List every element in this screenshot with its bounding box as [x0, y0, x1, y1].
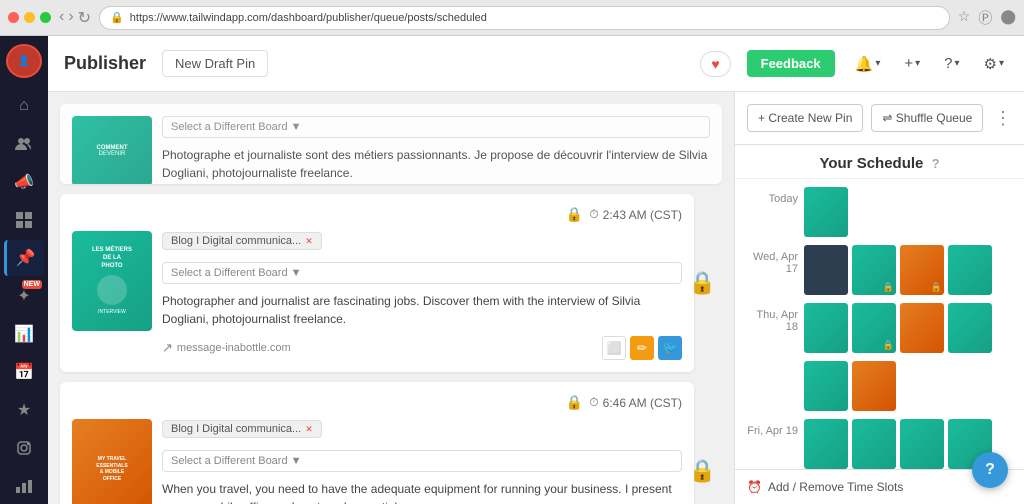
- post-text-1: Photographer and journalist are fascinat…: [162, 292, 682, 328]
- sidebar-item-home[interactable]: ⌂: [4, 88, 44, 124]
- sidebar-item-calendar[interactable]: 📅: [4, 354, 44, 390]
- action-edit-1[interactable]: ✏: [630, 336, 654, 360]
- action-twitter-1[interactable]: 🐦: [658, 336, 682, 360]
- heart-icon: ♥: [711, 56, 719, 72]
- schedule-row-thu18-cont: [743, 361, 1016, 411]
- avatar[interactable]: 👤: [6, 44, 42, 78]
- schedule-toolbar: + Create New Pin ⇌ Shuffle Queue ⋮: [735, 92, 1024, 145]
- add-time-slots-icon: ⏰: [747, 480, 762, 494]
- schedule-pin[interactable]: [948, 245, 992, 295]
- board-dropdown-2[interactable]: Select a Different Board ▼: [162, 450, 682, 472]
- lock-icon-2: 🔒: [566, 394, 583, 411]
- browser-dots: [8, 12, 51, 23]
- sidebar-item-megaphone[interactable]: 📣: [4, 164, 44, 200]
- schedule-label-wed17: Wed, Apr 17: [743, 245, 798, 275]
- post-url-1: ↗ message-inabottle.com: [162, 340, 594, 356]
- create-new-pin-button[interactable]: + Create New Pin: [747, 104, 863, 132]
- browser-chrome: ‹ › ↻ 🔒 https://www.tailwindapp.com/dash…: [0, 0, 1024, 36]
- pinterest-icon[interactable]: Ⓟ: [978, 8, 992, 28]
- posts-column: COMMENT DEVENIR Select a Different Board…: [48, 92, 734, 504]
- schedule-label-fri19: Fri, Apr 19: [743, 419, 798, 437]
- shuffle-queue-button[interactable]: ⇌ Shuffle Queue: [871, 104, 983, 132]
- post-card-partial: COMMENT DEVENIR Select a Different Board…: [60, 104, 722, 184]
- create-button[interactable]: + ▾: [900, 51, 924, 76]
- post-thumbnail-2: MY TRAVELESSENTIALS& MOBILEOFFICE: [72, 419, 152, 504]
- sidebar: 👤 ⌂ 📣 📌 ✦ NEW 📊 📅 ★: [0, 36, 48, 504]
- schedule-pin[interactable]: [948, 303, 992, 353]
- maximize-dot[interactable]: [40, 12, 51, 23]
- schedule-panel: + Create New Pin ⇌ Shuffle Queue ⋮ Your …: [734, 92, 1024, 504]
- schedule-pin[interactable]: [804, 245, 848, 295]
- board-tag-1: Blog I Digital communica... ✕: [162, 232, 322, 250]
- schedule-row-today: Today: [743, 187, 1016, 237]
- schedule-label-empty-1: [743, 361, 798, 367]
- post-thumbnail-1: LES MÉTIERSDE LAPHOTO INTERVIEW: [72, 231, 152, 331]
- sidebar-item-chart[interactable]: 📊: [4, 316, 44, 352]
- schedule-pin[interactable]: 🔒: [900, 245, 944, 295]
- reload-button[interactable]: ↻: [78, 8, 91, 28]
- profile-icon[interactable]: ⬤: [1000, 8, 1016, 28]
- sidebar-item-instagram[interactable]: [4, 430, 44, 466]
- board-dropdown-0[interactable]: Select a Different Board ▼: [162, 116, 710, 138]
- post-header-2: 🔒 ⏱ 6:46 AM (CST): [72, 394, 682, 411]
- post-text-partial: Photographe et journaliste sont des méti…: [162, 146, 710, 182]
- heart-button[interactable]: ♥: [700, 51, 730, 77]
- action-copy-1[interactable]: ⬜: [602, 336, 626, 360]
- post-text-2: When you travel, you need to have the ad…: [162, 480, 682, 504]
- post-header-1: 🔒 ⏱ 2:43 AM (CST): [72, 206, 682, 223]
- ssl-lock-icon: 🔒: [110, 11, 124, 24]
- schedule-pin[interactable]: [804, 361, 848, 411]
- schedule-pin[interactable]: [804, 419, 848, 469]
- board-tag-2: Blog I Digital communica... ✕: [162, 420, 322, 438]
- schedule-scroll: Today Wed, Apr 17 🔒: [735, 179, 1024, 469]
- schedule-title: Your Schedule ?: [735, 145, 1024, 179]
- schedule-pin[interactable]: [804, 187, 848, 237]
- post-card-2: 🔒 ⏱ 6:46 AM (CST) MY TRAVELESSENTIALS& M…: [60, 382, 694, 504]
- bookmark-icon[interactable]: ☆: [958, 8, 971, 28]
- schedule-row-thu18: Thu, Apr 18 🔒: [743, 303, 1016, 353]
- post-card-1: 🔒 ⏱ 2:43 AM (CST) LES MÉTIERSDE LAPHOTO …: [60, 194, 694, 372]
- minimize-dot[interactable]: [24, 12, 35, 23]
- lock-icon-1: 🔒: [566, 206, 583, 223]
- schedule-help-icon[interactable]: ?: [932, 156, 940, 171]
- new-draft-pin-button[interactable]: New Draft Pin: [162, 50, 268, 77]
- notification-button[interactable]: 🔔 ▾: [851, 51, 885, 77]
- schedule-pin[interactable]: 🔒: [852, 303, 896, 353]
- url-text: https://www.tailwindapp.com/dashboard/pu…: [130, 12, 487, 24]
- app-header: Publisher New Draft Pin ♥ Feedback 🔔 ▾ +…: [48, 36, 1024, 92]
- post-time-2: ⏱ 6:46 AM (CST): [589, 395, 682, 410]
- post-lock-right-2: 🔒: [689, 458, 716, 484]
- schedule-label-thu18: Thu, Apr 18: [743, 303, 798, 333]
- browser-actions: ☆ Ⓟ ⬤: [958, 8, 1016, 28]
- schedule-pin[interactable]: [852, 361, 896, 411]
- new-badge: NEW: [22, 280, 42, 289]
- close-dot[interactable]: [8, 12, 19, 23]
- help-chat-button[interactable]: ?: [972, 452, 1008, 488]
- sidebar-item-publisher[interactable]: 📌: [4, 240, 44, 276]
- browser-navigation: ‹ › ↻: [59, 8, 91, 28]
- help-button[interactable]: ? ▾: [940, 51, 963, 76]
- address-bar[interactable]: 🔒 https://www.tailwindapp.com/dashboard/…: [99, 6, 950, 30]
- board-dropdown-1[interactable]: Select a Different Board ▼: [162, 262, 682, 284]
- sidebar-item-analytics[interactable]: [4, 468, 44, 504]
- schedule-pin[interactable]: [900, 303, 944, 353]
- schedule-pin[interactable]: [852, 419, 896, 469]
- more-options-button[interactable]: ⋮: [994, 108, 1012, 129]
- post-lock-right-1: 🔒: [689, 270, 716, 296]
- feedback-button[interactable]: Feedback: [747, 50, 835, 77]
- schedule-row-wed17: Wed, Apr 17 🔒 🔒: [743, 245, 1016, 295]
- schedule-pin[interactable]: 🔒: [852, 245, 896, 295]
- schedule-label-today: Today: [743, 187, 798, 205]
- sidebar-item-star[interactable]: ★: [4, 392, 44, 428]
- forward-button[interactable]: ›: [68, 8, 73, 28]
- app-title: Publisher: [64, 53, 146, 74]
- back-button[interactable]: ‹: [59, 8, 64, 28]
- schedule-pin[interactable]: [804, 303, 848, 353]
- post-time-1: ⏱ 2:43 AM (CST): [589, 207, 682, 222]
- sidebar-item-people[interactable]: [4, 126, 44, 162]
- sidebar-item-new[interactable]: ✦ NEW: [4, 278, 44, 314]
- schedule-pin[interactable]: [900, 419, 944, 469]
- sidebar-item-grid[interactable]: [4, 202, 44, 238]
- settings-button[interactable]: ⚙ ▾: [980, 51, 1008, 77]
